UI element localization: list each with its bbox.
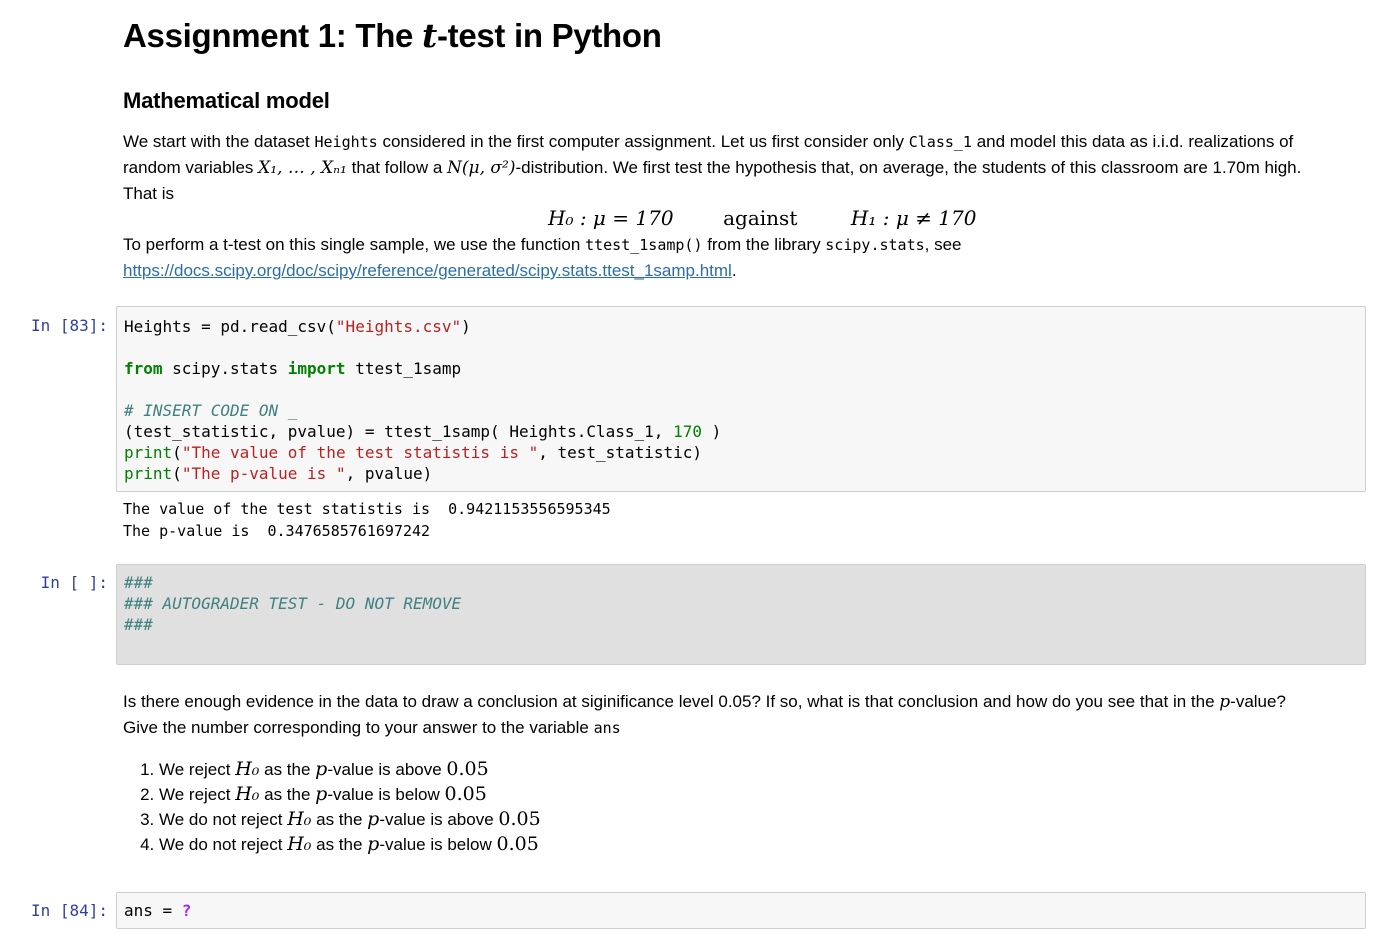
perform-text: from the library	[702, 235, 826, 254]
math-value: 0.05	[444, 783, 487, 805]
option-item: We reject H₀ as the p-value is above 0.0…	[159, 757, 541, 782]
notebook-title: Assignment 1: The t-test in Python	[123, 16, 662, 55]
section-heading: Mathematical model	[123, 88, 330, 113]
intro-line-2: random variables X₁, … , Xₙ₁ that follow…	[123, 155, 1363, 181]
intro-text: -distribution. We first test the hypothe…	[515, 158, 1302, 177]
inline-code-class1: Class_1	[908, 133, 972, 151]
option-text: We do not reject	[159, 810, 288, 829]
title-suffix: -test in Python	[436, 17, 662, 54]
perform-text: .	[731, 261, 737, 280]
intro-text: random variables	[123, 158, 259, 177]
perform-text: To perform a t-test on this single sampl…	[123, 235, 586, 254]
cell-83-output: The value of the test statistis is 0.942…	[123, 498, 611, 542]
cell-83-prompt: In [83]:	[30, 316, 108, 335]
output-line: The p-value is 0.3476585761697242	[123, 522, 431, 540]
question-line-2: Give the number corresponding to your an…	[123, 715, 1363, 741]
inline-code-heights: Heights	[314, 133, 378, 151]
answer-options: We reject H₀ as the p-value is above 0.0…	[123, 757, 541, 857]
option-text: -value is below	[327, 785, 445, 804]
intro-text: We start with the dataset	[123, 132, 315, 151]
perform-line-2: https://docs.scipy.org/doc/scipy/referen…	[123, 258, 1363, 284]
option-item: We do not reject H₀ as the p-value is be…	[159, 832, 541, 857]
option-text: We reject	[159, 785, 236, 804]
option-text: as the	[259, 785, 316, 804]
math-h0: H₀	[287, 808, 312, 830]
null-hypothesis: H₀ : μ = 170	[548, 206, 674, 230]
options-list: We reject H₀ as the p-value is above 0.0…	[123, 757, 541, 857]
question-paragraph: Is there enough evidence in the data to …	[123, 689, 1363, 741]
math-random-vars: X₁, … , Xₙ₁	[258, 158, 347, 178]
intro-text: that follow a	[346, 158, 448, 177]
alt-hypothesis: H₁ : μ ≠ 170	[850, 206, 977, 230]
inline-code-scipy: scipy.stats	[825, 236, 925, 254]
cell-84-prompt: In [84]:	[30, 901, 108, 920]
option-text: We do not reject	[159, 835, 288, 854]
option-text: -value is above	[379, 810, 499, 829]
question-text: -value?	[1230, 692, 1286, 711]
intro-line-1: We start with the dataset Heights consid…	[123, 129, 1363, 155]
option-text: -value is above	[327, 760, 447, 779]
option-text: as the	[311, 810, 368, 829]
math-h0: H₀	[235, 783, 260, 805]
title-prefix: Assignment 1: The	[123, 17, 422, 54]
scipy-docs-link[interactable]: https://docs.scipy.org/doc/scipy/referen…	[123, 261, 732, 280]
inline-code-ttest: ttest_1samp()	[585, 236, 703, 254]
math-h0: H₀	[287, 833, 312, 855]
cell-83-code[interactable]: Heights = pd.read_csv("Heights.csv") fro…	[124, 316, 721, 484]
autograder-cell-input[interactable]: ### ### AUTOGRADER TEST - DO NOT REMOVE …	[116, 564, 1366, 665]
autograder-code[interactable]: ### ### AUTOGRADER TEST - DO NOT REMOVE …	[124, 572, 461, 635]
question-text: Give the number corresponding to your an…	[123, 718, 594, 737]
option-text: as the	[259, 760, 316, 779]
perform-line-1: To perform a t-test on this single sampl…	[123, 232, 1363, 258]
intro-text: considered in the first computer assignm…	[377, 132, 909, 151]
cell-83-input[interactable]: Heights = pd.read_csv("Heights.csv") fro…	[116, 306, 1366, 492]
option-text: -value is below	[379, 835, 497, 854]
against-label: against	[723, 206, 798, 230]
autograder-cell-prompt: In [ ]:	[40, 573, 108, 592]
math-p: p	[315, 758, 328, 780]
question-text: Is there enough evidence in the data to …	[123, 692, 1220, 711]
inline-code-ans: ans	[593, 719, 621, 737]
option-item: We reject H₀ as the p-value is below 0.0…	[159, 782, 541, 807]
math-h0: H₀	[235, 758, 260, 780]
math-p: p	[367, 808, 380, 830]
cell-84-input[interactable]: ans = ?	[116, 892, 1366, 929]
math-p: p	[1219, 692, 1231, 712]
perform-paragraph: To perform a t-test on this single sampl…	[123, 232, 1363, 284]
cell-84-code[interactable]: ans = ?	[124, 900, 191, 921]
intro-line-3: That is	[123, 184, 175, 203]
option-text: as the	[311, 835, 368, 854]
option-item: We do not reject H₀ as the p-value is ab…	[159, 807, 541, 832]
math-normal-dist: N(μ, σ²)	[447, 158, 516, 178]
question-line-1: Is there enough evidence in the data to …	[123, 689, 1363, 715]
title-t: t	[421, 16, 437, 55]
math-value: 0.05	[496, 833, 539, 855]
hypothesis-display: H₀ : μ = 170 against H₁ : μ ≠ 170	[548, 206, 976, 231]
intro-paragraph: We start with the dataset Heights consid…	[123, 129, 1363, 207]
math-value: 0.05	[498, 808, 541, 830]
intro-text: and model this data as i.i.d. realizatio…	[971, 132, 1294, 151]
perform-text: , see	[924, 235, 962, 254]
output-line: The value of the test statistis is 0.942…	[123, 500, 611, 518]
math-p: p	[315, 783, 328, 805]
option-text: We reject	[159, 760, 236, 779]
math-p: p	[367, 833, 380, 855]
math-value: 0.05	[446, 758, 489, 780]
